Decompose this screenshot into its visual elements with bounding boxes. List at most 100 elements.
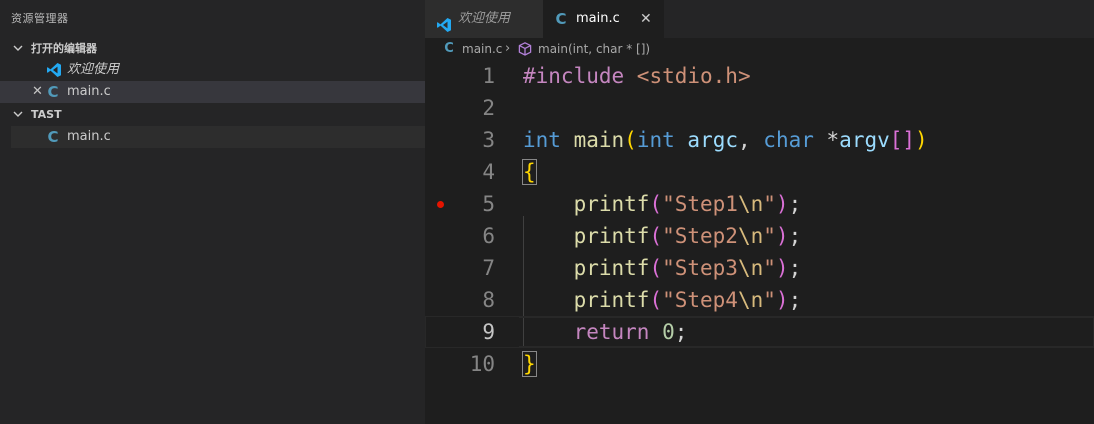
folder-header-tast[interactable]: TAST xyxy=(0,104,425,126)
line-number: 9 xyxy=(482,320,495,344)
close-icon[interactable]: ✕ xyxy=(32,81,43,103)
code-token: " xyxy=(763,256,776,280)
code-line[interactable]: 7 printf("Step3\n"); xyxy=(425,252,1094,284)
code-token: { xyxy=(522,159,537,185)
code-token: printf xyxy=(573,288,650,312)
folder-item-main-c[interactable]: C main.c xyxy=(11,126,425,148)
code-line[interactable]: 4{ xyxy=(425,156,1094,188)
code-line[interactable]: 1 #include <stdio.h> xyxy=(425,60,1094,92)
code-line[interactable]: 3 int main(int argc, char *argv[]) xyxy=(425,124,1094,156)
code-line[interactable]: 10} xyxy=(425,348,1094,380)
code-token: "Step2 xyxy=(662,224,738,248)
open-editors-label: 打开的编辑器 xyxy=(31,42,97,55)
line-number: 6 xyxy=(482,224,495,248)
code-token: "Step3 xyxy=(662,256,738,280)
code-text: { xyxy=(522,156,537,188)
code-token: ( xyxy=(649,288,663,312)
close-icon[interactable]: ✕ xyxy=(640,0,652,38)
breadcrumb-file[interactable]: main.c xyxy=(462,38,502,60)
open-editor-label: main.c xyxy=(67,84,111,99)
code-line[interactable]: 9 return 0; xyxy=(425,316,1094,348)
code-token: #include xyxy=(523,64,637,88)
code-token: ; xyxy=(788,256,802,280)
code-text: } xyxy=(522,348,537,380)
code-token: printf xyxy=(573,224,650,248)
code-token: ( xyxy=(649,192,663,216)
breadcrumb: C main.c › main(int, char * []) xyxy=(425,38,1094,60)
open-editors-header[interactable]: 打开的编辑器 xyxy=(0,38,425,60)
open-editor-item-main-c[interactable]: ✕ C main.c xyxy=(0,81,425,103)
code-line[interactable]: 2 xyxy=(425,92,1094,124)
code-token: \n xyxy=(737,288,764,312)
line-number: 5 xyxy=(482,192,495,216)
open-editor-item-welcome[interactable]: 欢迎使用 xyxy=(0,59,425,81)
explorer-sidebar: 资源管理器 打开的编辑器 欢迎使用 ✕ C main.c TAST C main… xyxy=(0,0,425,424)
tab-bar: 欢迎使用 C main.c ✕ xyxy=(425,0,1094,38)
code-token: \n xyxy=(737,256,764,280)
code-token: ) xyxy=(775,224,789,248)
folder-item-label: main.c xyxy=(67,129,111,144)
editor-area: 欢迎使用 C main.c ✕ C main.c › main(int, cha… xyxy=(425,0,1094,424)
code-token: } xyxy=(522,351,537,377)
code-token: \n xyxy=(737,224,764,248)
line-number: 10 xyxy=(469,352,495,376)
code-token: * xyxy=(813,128,840,152)
folder-label: TAST xyxy=(31,108,62,121)
code-text: printf("Step1\n"); xyxy=(523,188,802,220)
c-file-icon: C xyxy=(47,83,59,101)
code-editor[interactable]: 1 #include <stdio.h> 2 3 int main(int argc, … xyxy=(425,60,1094,424)
code-token: int xyxy=(523,128,561,152)
code-token: ; xyxy=(788,192,802,216)
code-token: ) xyxy=(775,288,789,312)
c-file-icon: C xyxy=(47,128,59,146)
code-line[interactable]: 8 printf("Step4\n"); xyxy=(425,284,1094,316)
line-number: 1 xyxy=(482,64,495,88)
code-text: printf("Step3\n"); xyxy=(523,252,802,284)
tab-label: main.c xyxy=(576,11,620,26)
code-token: "Step1 xyxy=(662,192,738,216)
breadcrumb-symbol[interactable]: main(int, char * []) xyxy=(538,38,650,60)
code-token: [] xyxy=(889,128,916,152)
code-text: return 0; xyxy=(523,316,688,348)
code-token: char xyxy=(763,128,814,152)
code-token: " xyxy=(763,288,776,312)
vscode-logo-icon xyxy=(46,62,62,78)
code-token: ; xyxy=(674,320,688,344)
code-token: ( xyxy=(624,128,637,152)
tab-label: 欢迎使用 xyxy=(458,11,511,26)
code-token: \n xyxy=(737,192,764,216)
code-token: argc xyxy=(687,128,738,152)
code-token: ) xyxy=(775,256,789,280)
code-token: printf xyxy=(573,256,650,280)
code-text: int main(int argc, char *argv[]) xyxy=(523,124,928,156)
tab-main-c[interactable]: C main.c ✕ xyxy=(543,0,664,38)
line-number: 7 xyxy=(482,256,495,280)
code-token: , xyxy=(738,128,764,152)
code-token: int xyxy=(636,128,675,152)
cube-icon xyxy=(517,41,533,57)
line-number: 3 xyxy=(482,128,495,152)
code-line[interactable]: 5 printf("Step1\n"); xyxy=(425,188,1094,220)
line-number: 4 xyxy=(482,160,495,184)
code-token: printf xyxy=(573,192,650,216)
code-token: return xyxy=(573,320,650,344)
line-number: 2 xyxy=(482,96,495,120)
code-token: "Step4 xyxy=(662,288,738,312)
code-token: 0 xyxy=(662,320,675,344)
code-text: #include <stdio.h> xyxy=(523,60,751,92)
code-token: ( xyxy=(649,256,663,280)
code-token: " xyxy=(763,224,776,248)
code-line[interactable]: 6 printf("Step2\n"); xyxy=(425,220,1094,252)
code-text: printf("Step4\n"); xyxy=(523,284,802,316)
explorer-title: 资源管理器 xyxy=(11,12,69,25)
tab-welcome[interactable]: 欢迎使用 xyxy=(425,0,543,38)
code-token: <stdio.h> xyxy=(636,64,751,88)
open-editor-label: 欢迎使用 xyxy=(67,62,120,77)
line-number: 8 xyxy=(482,288,495,312)
